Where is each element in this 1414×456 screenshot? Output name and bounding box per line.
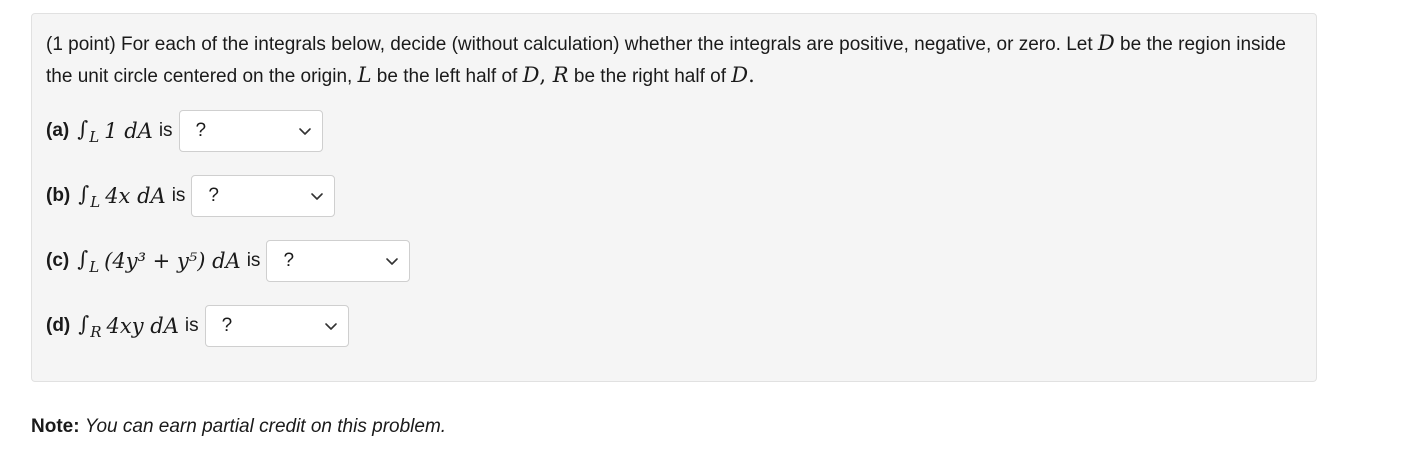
integral-region: L [90, 192, 101, 211]
part-label: (c) [46, 250, 70, 271]
answer-select-a[interactable]: ? [178, 110, 323, 152]
select-value: ? [208, 185, 219, 206]
note-text: You can earn partial credit on this prob… [84, 416, 447, 437]
part-a: (a) ∫L 1 dA is ? [46, 109, 323, 153]
part-label: (a) [46, 120, 70, 141]
note-label: Note: [31, 416, 80, 437]
problem-intro: (1 point) For each of the integrals belo… [46, 28, 1308, 92]
math-R: R [552, 63, 569, 87]
problem-box: (1 point) For each of the integrals belo… [31, 13, 1317, 382]
is-text: is [246, 250, 261, 271]
chevron-down-icon [311, 193, 324, 200]
part-c: (c) ∫L (4y³ + y⁵) dA is ? [46, 239, 411, 283]
partial-credit-note: Note: You can earn partial credit on thi… [31, 416, 446, 438]
part-b: (b) ∫L 4x dA is ? [46, 174, 336, 218]
integral-symbol: ∫L [77, 246, 100, 276]
integrand: (4y³ + y⁵) dA [104, 249, 241, 273]
answer-select-d[interactable]: ? [204, 305, 349, 347]
select-value: ? [195, 120, 207, 141]
is-text: is [184, 315, 199, 336]
part-d: (d) ∫R 4xy dA is ? [46, 304, 349, 348]
answer-select-c[interactable]: ? [266, 240, 411, 282]
integral-symbol: ∫R [78, 311, 102, 341]
intro-text: be the right half of [568, 66, 732, 87]
is-text: is [171, 185, 186, 206]
integral-symbol: ∫L [77, 116, 100, 146]
intro-text: be the left half of [371, 66, 523, 87]
math-L: L [357, 63, 372, 87]
chevron-down-icon [386, 258, 399, 265]
integral-region: L [89, 127, 100, 146]
intro-text: (1 point) For each of the integrals belo… [46, 34, 1098, 55]
intro-comma: , [539, 63, 553, 87]
math-D: D [1097, 31, 1115, 55]
chevron-down-icon [298, 128, 311, 135]
intro-period: . [748, 63, 755, 87]
part-label: (b) [46, 185, 71, 206]
chevron-down-icon [324, 323, 337, 330]
math-D: D [522, 63, 540, 87]
integrand: 1 dA [104, 119, 153, 143]
math-D: D [731, 63, 749, 87]
answer-select-b[interactable]: ? [191, 175, 336, 217]
is-text: is [158, 120, 173, 141]
integral-region: L [89, 257, 100, 276]
integrand: 4x dA [105, 184, 166, 208]
integrand: 4xy dA [106, 314, 179, 338]
integral-symbol: ∫L [78, 181, 101, 211]
part-label: (d) [46, 315, 71, 336]
integral-region: R [90, 322, 102, 341]
select-value: ? [283, 250, 295, 271]
select-value: ? [221, 315, 233, 336]
